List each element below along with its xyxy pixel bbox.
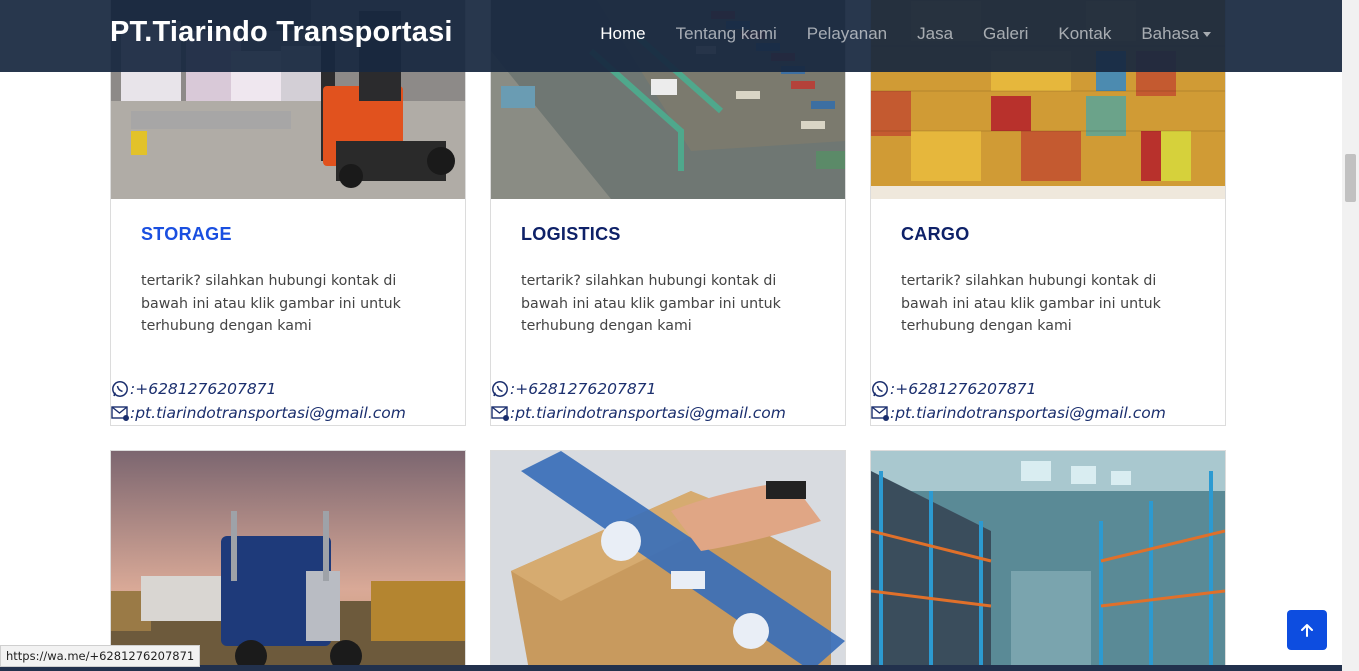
contact-phone: :+6281276207871 [510,380,657,398]
contact-email[interactable]: :pt.tiarindotransportasi@gmail.com [111,404,406,422]
contact-whatsapp[interactable]: :+6281276207871 [111,380,276,398]
nav-menu: Home Tentang kami Pelayanan Jasa Galeri … [585,24,1226,44]
contact-email-address: :pt.tiarindotransportasi@gmail.com [510,404,786,422]
brand-logo-text[interactable]: PT.Tiarindo Transportasi [110,16,453,49]
card-title-cargo: CARGO [901,224,970,244]
service-card-warehouse [870,450,1226,671]
nav-bahasa-label: Bahasa [1141,24,1199,43]
contact-email[interactable]: :pt.tiarindotransportasi@gmail.com [871,404,1166,422]
whatsapp-icon [872,381,888,397]
warehouse-racks-image[interactable] [871,451,1225,671]
navbar: PT.Tiarindo Transportasi Home Tentang ka… [0,0,1342,72]
card-description: tertarik? silahkan hubungi kontak di baw… [521,273,781,334]
truck-image[interactable] [111,451,465,671]
contact-email[interactable]: :pt.tiarindotransportasi@gmail.com [491,404,786,422]
card-title-logistics: LOGISTICS [521,224,621,244]
card-description: tertarik? silahkan hubungi kontak di baw… [141,273,401,334]
caret-down-icon [1203,31,1211,37]
nav-kontak[interactable]: Kontak [1043,24,1126,44]
contact-phone: :+6281276207871 [890,380,1037,398]
nav-bahasa-dropdown[interactable]: Bahasa [1126,24,1226,44]
contact-phone: :+6281276207871 [130,380,277,398]
service-card-packaging [490,450,846,671]
nav-home[interactable]: Home [585,24,660,44]
packaging-box-image[interactable] [491,451,845,671]
whatsapp-icon [112,381,128,397]
contact-email-address: :pt.tiarindotransportasi@gmail.com [130,404,406,422]
nav-galeri[interactable]: Galeri [968,24,1043,44]
contact-whatsapp[interactable]: :+6281276207871 [871,380,1036,398]
footer-strip [0,665,1342,671]
email-icon [871,406,889,421]
link-status-bar: https://wa.me/+6281276207871 [0,645,201,667]
card-title-storage: STORAGE [141,224,232,244]
contact-whatsapp[interactable]: :+6281276207871 [491,380,656,398]
card-description: tertarik? silahkan hubungi kontak di baw… [901,273,1161,334]
whatsapp-icon [492,381,508,397]
nav-jasa[interactable]: Jasa [902,24,968,44]
email-icon [491,406,509,421]
service-card-trucking [110,450,466,671]
arrow-up-icon [1301,624,1313,637]
back-to-top-button[interactable] [1287,610,1327,650]
scrollbar-thumb[interactable] [1345,154,1356,202]
nav-pelayanan[interactable]: Pelayanan [792,24,902,44]
nav-tentang-kami[interactable]: Tentang kami [661,24,792,44]
email-icon [111,406,129,421]
contact-email-address: :pt.tiarindotransportasi@gmail.com [890,404,1166,422]
page-scrollbar[interactable] [1342,0,1359,671]
